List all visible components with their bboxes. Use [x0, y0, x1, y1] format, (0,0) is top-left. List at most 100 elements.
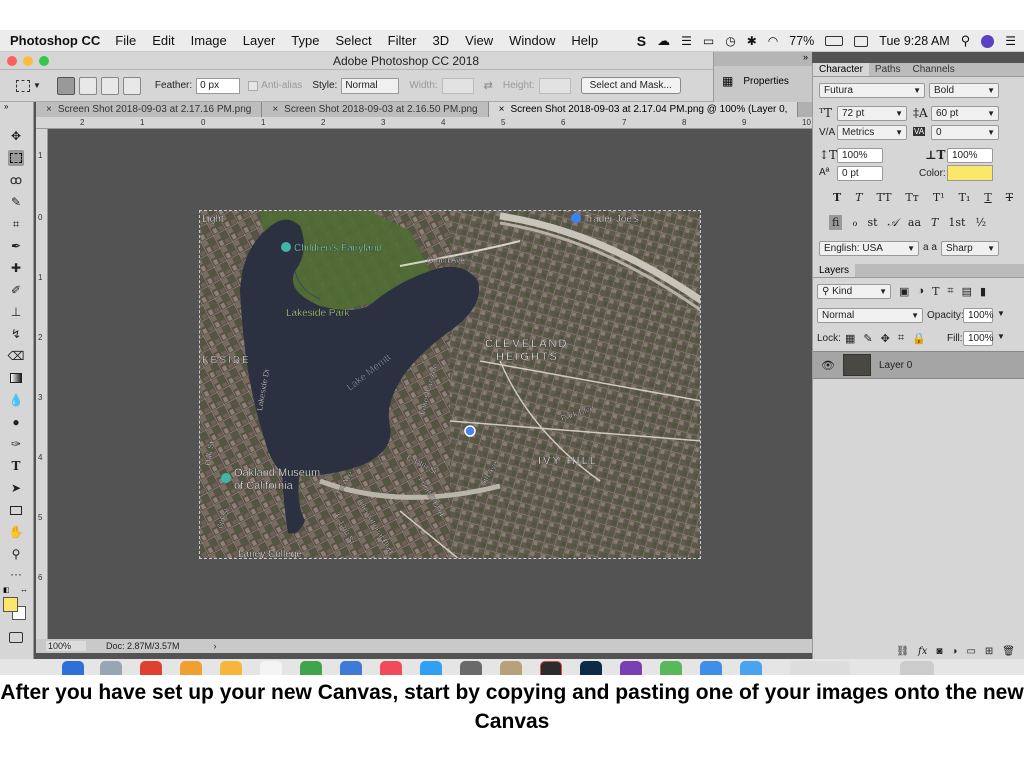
- music-icon[interactable]: [380, 661, 402, 675]
- antialias-checkbox[interactable]: [248, 80, 259, 91]
- link-layers-icon[interactable]: ⛓: [896, 646, 909, 657]
- gradient-tool-icon[interactable]: [8, 370, 24, 386]
- fill-input[interactable]: 100%: [963, 331, 994, 346]
- app-icon-purple[interactable]: [620, 661, 642, 675]
- lock-pixels-icon[interactable]: ✎: [863, 332, 872, 345]
- pixel-filter-icon[interactable]: ▣: [899, 285, 909, 298]
- horizontal-ruler[interactable]: 2 1 0 1 2 3 4 5 6 7 8 9 10: [36, 117, 812, 129]
- opacity-input[interactable]: 100%: [963, 308, 994, 323]
- adjustment-filter-icon[interactable]: ◑: [917, 285, 924, 298]
- foreground-color-swatch[interactable]: [3, 597, 18, 612]
- subtract-selection-button[interactable]: [100, 76, 119, 95]
- pen-tool-icon[interactable]: ✑: [8, 436, 24, 452]
- tab-layers[interactable]: Layers: [813, 264, 856, 277]
- font-style-select[interactable]: Bold ▼: [929, 83, 999, 98]
- shape-filter-icon[interactable]: ⌗: [947, 285, 953, 298]
- acrobat-icon[interactable]: [540, 661, 562, 675]
- numbers-icon[interactable]: [300, 661, 322, 675]
- lock-position-icon[interactable]: ✥: [881, 332, 890, 345]
- photos-icon[interactable]: [180, 661, 202, 675]
- menu-view[interactable]: View: [465, 33, 493, 48]
- filter-toggle-icon[interactable]: ▮: [980, 285, 986, 298]
- airplay-icon[interactable]: ▭: [703, 34, 714, 48]
- chrome-icon[interactable]: [140, 661, 162, 675]
- menu-3d[interactable]: 3D: [433, 33, 450, 48]
- wifi-icon[interactable]: ◠: [768, 34, 778, 48]
- titling-button[interactable]: aa: [908, 216, 921, 229]
- text-color-swatch[interactable]: [947, 165, 993, 181]
- menu-filter[interactable]: Filter: [388, 33, 417, 48]
- strikethrough-button[interactable]: T: [1006, 191, 1013, 204]
- time-machine-icon[interactable]: ◷: [725, 34, 735, 48]
- move-tool-icon[interactable]: ✥: [8, 128, 24, 144]
- tab-screenshot-3[interactable]: × Screen Shot 2018-09-03 at 2.17.04 PM.pn…: [488, 102, 799, 117]
- menu-help[interactable]: Help: [571, 33, 598, 48]
- quick-selection-tool-icon[interactable]: ✎: [8, 194, 24, 210]
- crop-tool-icon[interactable]: ⌗: [8, 216, 24, 232]
- keyboard-icon[interactable]: [854, 35, 869, 47]
- notes-icon[interactable]: [260, 661, 282, 675]
- tool-preset-icon[interactable]: [16, 79, 30, 92]
- discretionary-ligatures-button[interactable]: st: [867, 216, 877, 229]
- lock-artboard-icon[interactable]: ⌗: [898, 332, 904, 345]
- faux-italic-button[interactable]: T: [855, 191, 862, 204]
- tab-screenshot-1[interactable]: × Screen Shot 2018-09-03 at 2.17.16 PM.pn…: [36, 102, 263, 117]
- swap-dimensions-icon[interactable]: ⇄: [484, 79, 493, 92]
- dodge-tool-icon[interactable]: ●: [8, 414, 24, 430]
- app-icon-blue[interactable]: [700, 661, 722, 675]
- layer-row[interactable]: 👁 Layer 0: [813, 351, 1024, 379]
- healing-brush-tool-icon[interactable]: ✚: [8, 260, 24, 276]
- chevron-down-icon[interactable]: ▼: [997, 309, 1005, 318]
- bluetooth-icon[interactable]: ✱: [747, 34, 757, 48]
- faux-bold-button[interactable]: T: [833, 191, 841, 204]
- rectangle-tool-icon[interactable]: [8, 502, 24, 518]
- minimize-window-button[interactable]: [23, 56, 33, 66]
- siri-icon[interactable]: [981, 34, 995, 48]
- ordinals-button[interactable]: 1st: [948, 216, 965, 229]
- baseline-shift-input[interactable]: 0 pt: [837, 166, 883, 181]
- menu-edit[interactable]: Edit: [152, 33, 174, 48]
- canvas-area[interactable]: Light Trader Joe's Children's Fairyland …: [48, 129, 812, 639]
- type-filter-icon[interactable]: T: [932, 285, 939, 298]
- panel-collapse-bar[interactable]: »: [714, 52, 812, 66]
- stack-icon[interactable]: ☰: [681, 34, 692, 48]
- width-input[interactable]: [441, 77, 474, 94]
- menu-window[interactable]: Window: [509, 33, 555, 48]
- underline-button[interactable]: T: [984, 191, 991, 204]
- tab-channels[interactable]: Channels: [906, 63, 960, 76]
- map-image[interactable]: Light Trader Joe's Children's Fairyland …: [199, 210, 701, 559]
- zoom-window-button[interactable]: [39, 56, 49, 66]
- trash-dock-icon[interactable]: [900, 661, 934, 675]
- finder-icon[interactable]: [62, 661, 84, 675]
- language-select[interactable]: English: USA ▼: [819, 241, 919, 256]
- app-icon-lightblue[interactable]: [740, 661, 762, 675]
- height-input[interactable]: [538, 77, 571, 94]
- swap-colors-icon[interactable]: ↔: [20, 585, 28, 594]
- quick-mask-icon[interactable]: [9, 632, 23, 643]
- tab-paths[interactable]: Paths: [869, 63, 907, 76]
- clock[interactable]: Tue 9:28 AM: [879, 34, 949, 48]
- superscript-button[interactable]: T¹: [933, 191, 945, 204]
- lasso-tool-icon[interactable]: ꝏ: [8, 172, 24, 188]
- doc-size[interactable]: Doc: 2.87M/3.57M: [106, 641, 180, 651]
- feather-input[interactable]: 0 px: [196, 77, 241, 94]
- default-colors-icon[interactable]: ◧: [3, 586, 10, 594]
- all-caps-button[interactable]: TT: [877, 191, 892, 204]
- hand-tool-icon[interactable]: ✋: [8, 524, 24, 540]
- adjustment-layer-icon[interactable]: ◑: [951, 646, 957, 657]
- preview-icon[interactable]: [500, 661, 522, 675]
- eyedropper-tool-icon[interactable]: ✒: [8, 238, 24, 254]
- small-caps-button[interactable]: Tт: [905, 191, 918, 204]
- smart-object-filter-icon[interactable]: ▤: [962, 285, 972, 298]
- kerning-select[interactable]: Metrics ▼: [837, 125, 907, 140]
- text-antialias-select[interactable]: Sharp ▼: [941, 241, 999, 256]
- fractions-button[interactable]: ½: [975, 216, 986, 229]
- launchpad-icon[interactable]: [100, 661, 122, 675]
- history-brush-tool-icon[interactable]: ↯: [8, 326, 24, 342]
- intersect-selection-button[interactable]: [122, 76, 141, 95]
- trash-icon[interactable]: 🗑: [1002, 646, 1015, 657]
- layer-name[interactable]: Layer 0: [879, 360, 912, 371]
- marquee-tool-icon[interactable]: [8, 150, 24, 166]
- new-group-icon[interactable]: ▭: [966, 646, 975, 657]
- new-layer-icon[interactable]: ⊞: [985, 646, 993, 657]
